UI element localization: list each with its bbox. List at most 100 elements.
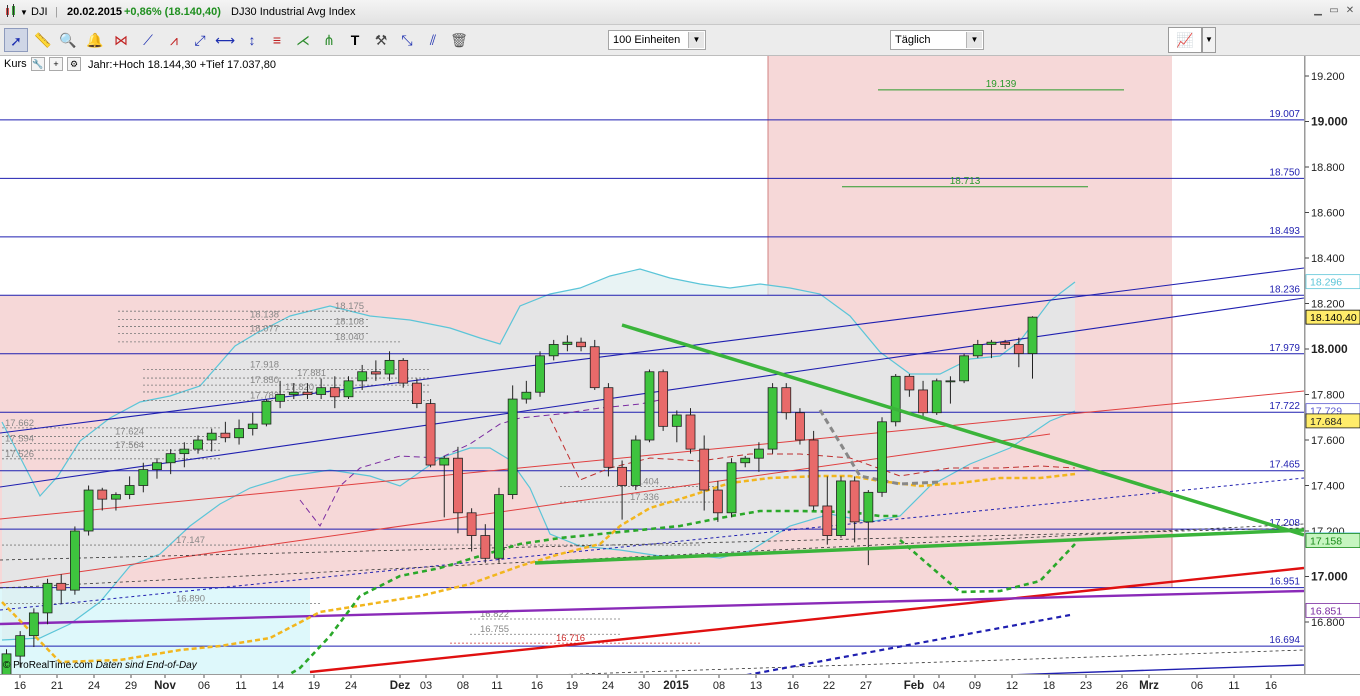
settings-icon[interactable]: ⚙	[67, 57, 81, 71]
candle-body	[206, 432, 217, 441]
text-icon[interactable]: T	[343, 28, 367, 52]
candle-body	[480, 535, 491, 559]
fib-label: 17.564	[115, 440, 144, 451]
price-axis[interactable]: 19.200 19.000 18.800 18.600 18.400 18.200 18.0…	[1304, 56, 1360, 674]
ruler-icon[interactable]: 📏	[31, 28, 55, 52]
minimize-icon[interactable]: ▁	[1312, 5, 1324, 17]
fib-label: 16.755	[480, 624, 509, 635]
candle-body	[576, 341, 586, 348]
fib-label: 18.138	[250, 310, 279, 321]
candle-body	[904, 375, 915, 391]
fib-label: 18.108	[335, 316, 364, 327]
time-label: 11	[235, 680, 246, 692]
time-label: 29	[125, 680, 137, 692]
tools-icon[interactable]: ⚒	[369, 28, 393, 52]
time-label: 24	[345, 680, 357, 692]
fib-label: 17.662	[5, 418, 34, 429]
brand-label: © ProRealTime.com	[3, 660, 93, 671]
units-value: 100 Einheiten	[613, 34, 681, 46]
candle-body	[261, 400, 272, 425]
candle-body	[849, 480, 860, 523]
axis-label: 18.800	[1311, 162, 1345, 174]
level-label: 17.465	[1269, 460, 1300, 471]
axis-label: 18.200	[1311, 299, 1345, 311]
zoom-icon[interactable]: 🔍	[56, 28, 80, 52]
fib-label: 18.040	[335, 332, 364, 343]
chart-type-icon[interactable]: 📈	[1168, 27, 1202, 53]
level-label: 17.979	[1269, 343, 1300, 354]
close-icon[interactable]: ✕	[1344, 5, 1356, 17]
footer-note: © ProRealTime.com Daten sind End-of-Day	[3, 660, 197, 671]
chevron-down-icon[interactable]: ▼	[966, 32, 982, 48]
horizontal-line-icon[interactable]: ⟷	[213, 28, 237, 52]
instrument-name: DJ30 Industrial Avg Index	[231, 6, 356, 18]
candle-body	[945, 380, 956, 383]
chevron-down-icon[interactable]: ▼	[688, 32, 704, 48]
chart-type-dropdown-icon[interactable]: ▼	[1202, 27, 1216, 53]
maximize-icon[interactable]: ▭	[1328, 5, 1340, 17]
candle-body	[466, 512, 477, 536]
add-indicator-icon[interactable]: +	[49, 57, 63, 71]
time-label: 04	[933, 680, 945, 692]
trendline-icon[interactable]: ⫽	[421, 28, 445, 52]
fib-label: 18.175	[335, 301, 364, 312]
fibonacci-fan-icon[interactable]: ⋈	[109, 28, 133, 52]
channel-icon[interactable]: ⩘	[162, 28, 186, 52]
candle-body	[699, 448, 710, 491]
candle-body	[781, 387, 792, 414]
candle-body	[70, 530, 80, 591]
line-icon[interactable]: ⟋	[136, 28, 160, 52]
candle-body	[767, 387, 778, 450]
axis-label: 18.400	[1311, 253, 1345, 265]
price-badge-label: 17.158	[1310, 536, 1342, 548]
candle-body	[384, 359, 395, 375]
price-chart[interactable]: 19.007 18.750 18.493 18.236 17.979 17.722 17.4…	[0, 56, 1304, 674]
arrows-icon[interactable]: ⤡	[395, 28, 419, 52]
fib-label: 18.077	[250, 323, 279, 334]
price-badge-label: 18.296	[1310, 277, 1342, 289]
time-axis[interactable]: 16 21 24 29 Nov 06 11 14 19 24 Dez 03 08 11 16 19 24 30 20…	[0, 674, 1360, 692]
cursor-icon[interactable]: ➚	[4, 28, 28, 52]
level-label: 18.493	[1269, 226, 1300, 237]
fib-label: 17.820	[285, 382, 314, 393]
units-select[interactable]: 100 Einheiten ▼	[608, 30, 706, 50]
fib-label: 17.624	[115, 427, 144, 438]
trash-icon[interactable]: 🗑	[447, 28, 471, 52]
axis-label: 17.800	[1311, 390, 1345, 402]
fib-label: 16.716	[556, 633, 585, 644]
symbol-label[interactable]: DJI	[31, 6, 48, 18]
ray-icon[interactable]: ⤢	[188, 28, 212, 52]
pitchfork-icon[interactable]: ⋔	[317, 28, 341, 52]
candle-body	[494, 494, 504, 559]
fibonacci-icon[interactable]: ≡	[265, 28, 289, 52]
alarm-icon[interactable]: 🔔	[83, 28, 107, 52]
candle-body	[138, 469, 149, 486]
chart-canvas[interactable]: 19.007 18.750 18.493 18.236 17.979 17.722 17.4…	[0, 56, 1304, 674]
vertical-line-icon[interactable]: ↕	[240, 28, 264, 52]
dropdown-icon[interactable]: ▼	[20, 8, 28, 17]
candle-body	[439, 457, 450, 466]
candle-body	[1013, 344, 1024, 354]
candle-body	[890, 375, 901, 423]
candle-body	[836, 480, 846, 536]
separator-icon: |	[55, 6, 58, 18]
candle-body	[302, 391, 313, 395]
time-label: 03	[420, 680, 432, 692]
wrench-icon[interactable]: 🔧	[31, 57, 45, 71]
axis-label: 16.800	[1311, 617, 1345, 629]
candle-body	[754, 448, 764, 459]
candle-body	[986, 341, 997, 345]
time-label: 30	[638, 680, 650, 692]
candle-body	[275, 394, 286, 402]
price-badge-label: 18.140,40	[1310, 312, 1357, 324]
pattern-icon[interactable]: ⋌	[291, 28, 315, 52]
dashed-lower	[568, 649, 1304, 674]
candle-body	[288, 391, 299, 395]
candle-body	[425, 403, 436, 466]
period-select[interactable]: Täglich ▼	[890, 30, 984, 50]
candle-body	[535, 355, 545, 393]
candle-body	[589, 346, 600, 389]
panel-label: Kurs	[4, 58, 27, 70]
target-label: 19.139	[986, 79, 1017, 90]
date-label: 20.02.2015	[67, 6, 123, 18]
